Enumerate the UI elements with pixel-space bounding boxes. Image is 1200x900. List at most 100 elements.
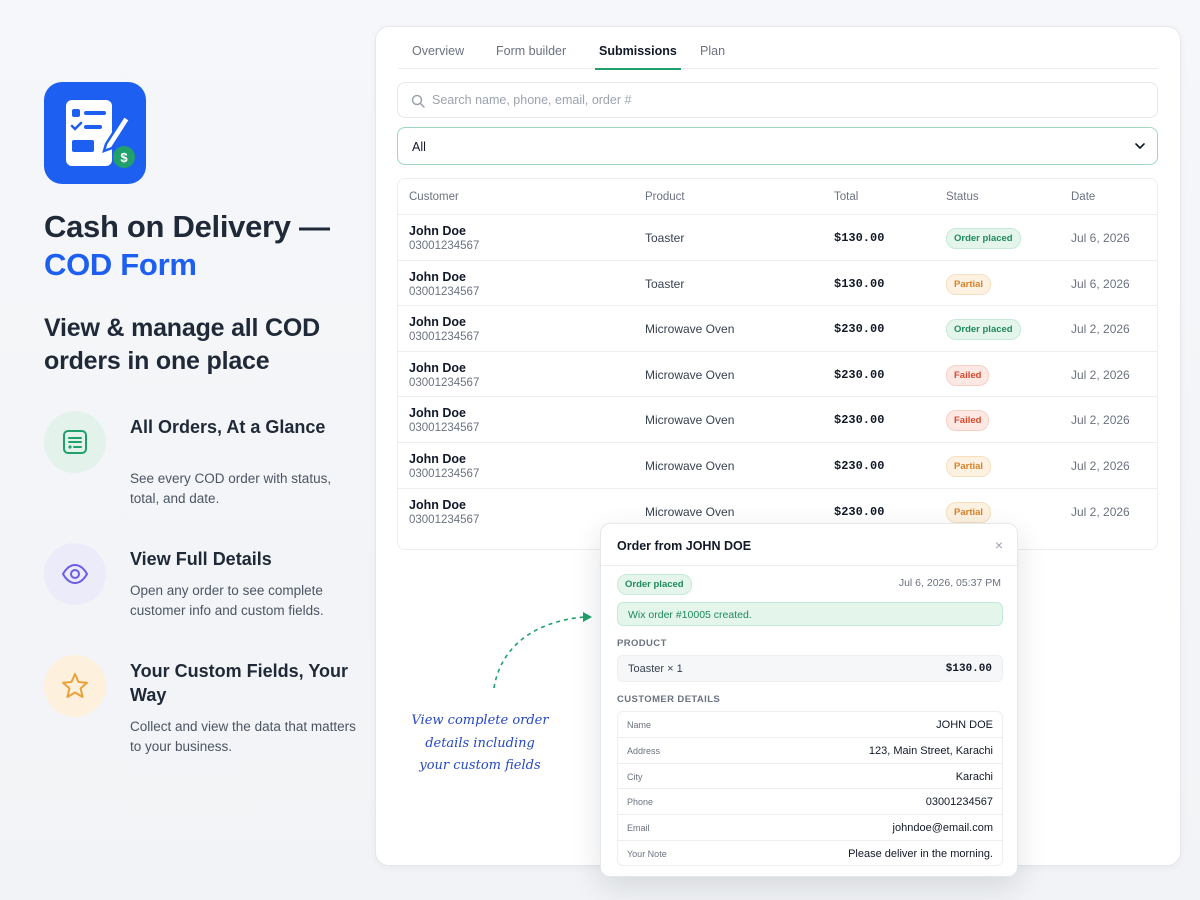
curved-arrow-icon: [493, 612, 592, 689]
column-header-status: Status: [946, 191, 979, 203]
customer-details-table: Name JOHN DOE Address 123, Main Street, Kar…: [617, 711, 1003, 866]
tab-bar: Overview Form builder Submissions Plan: [398, 27, 1158, 70]
product-cell: Microwave Oven: [645, 413, 735, 428]
customer-name: John Doe: [409, 497, 466, 512]
feature-icon-circle: [44, 655, 106, 717]
detail-row: Address 123, Main Street, Karachi: [618, 738, 1002, 764]
feature-title: View Full Details: [130, 549, 272, 569]
detail-value: 123, Main Street, Karachi: [868, 744, 993, 757]
customer-name: John Doe: [409, 315, 466, 330]
svg-text:$: $: [120, 150, 128, 165]
feature-desc: See every COD order with status, total, …: [130, 471, 332, 506]
customer-phone: 03001234567: [409, 285, 480, 298]
date-cell: Jul 2, 2026: [1071, 504, 1130, 519]
detail-row: Your Note Please deliver in the morning.: [618, 841, 1002, 865]
customer-name: John Doe: [409, 224, 466, 238]
detail-label: City: [627, 771, 643, 782]
product-cell: Toaster: [645, 276, 685, 291]
modal-timestamp: Jul 6, 2026, 05:37 PM: [898, 577, 1001, 589]
star-icon: [62, 673, 88, 698]
orders-table: Customer Product Total Status Date John …: [397, 178, 1158, 550]
annotation-line: View complete order: [411, 713, 549, 728]
status-badge: Failed: [946, 364, 990, 386]
product-cell: Microwave Oven: [645, 504, 735, 519]
date-cell: Jul 2, 2026: [1071, 413, 1130, 428]
status-badge: Order placed: [946, 228, 1021, 249]
search-icon: [411, 94, 425, 108]
feature-icon-circle: [44, 411, 106, 473]
customer-name: John Doe: [409, 269, 466, 284]
tab-plan[interactable]: Plan: [696, 44, 729, 68]
customer-name: John Doe: [409, 406, 466, 421]
app-logo: $: [44, 82, 146, 184]
customer-name: John Doe: [409, 451, 466, 466]
table-row[interactable]: John Doe 03001234567 Microwave Oven $230.00…: [398, 443, 1157, 489]
hero-title: Cash on Delivery —: [44, 209, 330, 244]
customer-phone: 03001234567: [409, 513, 480, 526]
total-cell: $230.00: [834, 458, 885, 473]
annotation-line: your custom fields: [419, 758, 541, 773]
table-row[interactable]: John Doe 03001234567 Microwave Oven $230.00…: [398, 397, 1157, 443]
customer-name: John Doe: [409, 360, 466, 375]
tab-submissions[interactable]: Submissions: [595, 44, 681, 70]
close-icon[interactable]: ×: [995, 537, 1003, 553]
status-badge: Order placed: [946, 319, 1021, 341]
detail-label: Name: [627, 720, 652, 730]
detail-row: City Karachi: [618, 764, 1002, 790]
product-cell: Microwave Oven: [645, 322, 735, 337]
date-cell: Jul 2, 2026: [1071, 367, 1130, 382]
date-cell: Jul 6, 2026: [1071, 231, 1130, 245]
product-price: $130.00: [945, 663, 992, 675]
status-badge: Order placed: [617, 574, 692, 595]
detail-row: Email johndoe@email.com: [618, 815, 1002, 841]
total-cell: $230.00: [834, 504, 885, 519]
table-header: Customer Product Total Status Date: [398, 179, 1157, 215]
date-cell: Jul 6, 2026: [1071, 276, 1130, 291]
detail-value: Please deliver in the morning.: [848, 847, 993, 860]
annotation-line: details including: [425, 735, 535, 751]
product-name: Toaster × 1: [628, 663, 683, 675]
customer-section-title: CUSTOMER DETAILS: [617, 694, 721, 705]
table-row[interactable]: John Doe 03001234567 Toaster $130.00 Partial…: [398, 261, 1157, 307]
chevron-down-icon: [1135, 143, 1145, 149]
customer-phone: 03001234567: [409, 331, 480, 344]
status-badge: Partial: [946, 501, 992, 523]
status-filter-select[interactable]: All: [397, 127, 1158, 165]
date-cell: Jul 2, 2026: [1071, 322, 1130, 337]
column-header-customer: Customer: [409, 191, 459, 203]
search-input[interactable]: [432, 83, 1132, 117]
product-cell: Toaster: [645, 231, 685, 245]
status-badge: Failed: [946, 410, 990, 432]
annotation-text: View complete order details including yo…: [410, 710, 550, 778]
customer-phone: 03001234567: [409, 467, 480, 480]
table-row[interactable]: John Doe 03001234567 Toaster $130.00 Order p…: [398, 215, 1157, 261]
eye-icon: [61, 563, 89, 585]
list-icon: [63, 430, 87, 454]
feature-icon-circle: [44, 543, 106, 605]
customer-phone: 03001234567: [409, 422, 480, 435]
product-cell: Microwave Oven: [645, 367, 735, 382]
table-row[interactable]: John Doe 03001234567 Microwave Oven $230.00…: [398, 352, 1157, 398]
tab-overview[interactable]: Overview: [408, 44, 468, 68]
detail-label: Address: [627, 745, 661, 756]
total-cell: $130.00: [834, 276, 885, 291]
form-dollar-icon: $: [66, 100, 135, 168]
column-header-date: Date: [1071, 191, 1096, 203]
tab-form-builder[interactable]: Form builder: [492, 44, 570, 68]
order-created-notice: Wix order #10005 created.: [617, 602, 1003, 626]
detail-row: Name JOHN DOE: [618, 712, 1002, 738]
total-cell: $230.00: [834, 322, 885, 337]
detail-value: 03001234567: [925, 796, 993, 809]
column-header-product: Product: [645, 191, 685, 203]
filter-selected-value: All: [412, 140, 426, 154]
modal-header: Order from JOHN DOE ×: [601, 524, 1017, 566]
status-badge: Partial: [946, 273, 992, 295]
feature-title: All Orders, At a Glance: [130, 417, 326, 437]
detail-label: Email: [627, 823, 650, 834]
hero-subhead: View & manage all COD orders in one plac…: [44, 314, 320, 375]
detail-value: johndoe@email.com: [892, 822, 993, 835]
table-row[interactable]: John Doe 03001234567 Microwave Oven $230.00…: [398, 306, 1157, 352]
detail-row: Phone 03001234567: [618, 789, 1002, 816]
product-cell: Microwave Oven: [645, 458, 735, 473]
feature-desc: Open any order to see complete customer …: [130, 583, 324, 618]
